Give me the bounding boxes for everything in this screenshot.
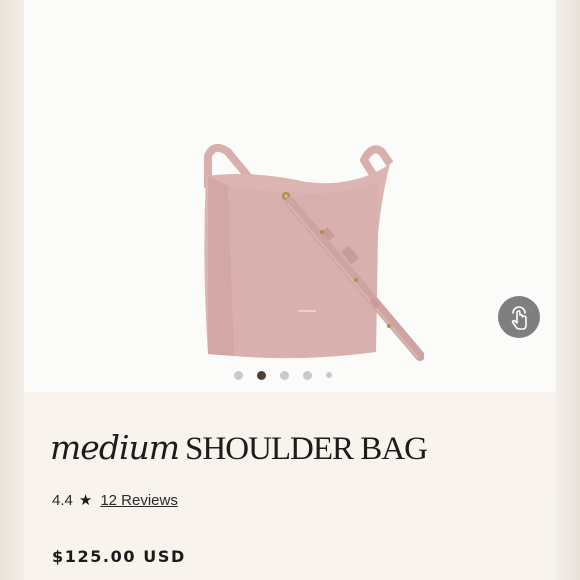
product-image — [204, 143, 424, 361]
product-title-caps: SHOULDER BAG — [185, 431, 428, 467]
product-title-script: medium — [50, 428, 180, 467]
tap-gesture-icon — [511, 306, 527, 330]
pagination-dot-5[interactable] — [326, 372, 332, 378]
product-price: $125.00 USD — [52, 547, 186, 566]
touch-gesture-button[interactable] — [498, 296, 540, 338]
product-gallery[interactable] — [24, 0, 556, 392]
next-item-edge — [556, 0, 580, 580]
star-icon: ★ — [78, 492, 93, 509]
pagination-dot-2[interactable] — [257, 370, 266, 380]
gallery-pagination — [234, 369, 332, 381]
product-rating: 4.4 ★ 12 Reviews — [52, 491, 178, 510]
reviews-link[interactable]: 12 Reviews — [100, 492, 178, 509]
pagination-dot-1[interactable] — [234, 370, 243, 380]
rating-value: 4.4 — [52, 491, 73, 509]
pagination-dot-4[interactable] — [303, 370, 312, 380]
product-info: medium SHOULDER BAG 4.4 ★ 12 Reviews $125… — [24, 392, 556, 580]
product-title: medium SHOULDER BAG — [50, 428, 428, 468]
pagination-dot-3[interactable] — [280, 370, 289, 380]
previous-item-edge — [0, 0, 24, 580]
